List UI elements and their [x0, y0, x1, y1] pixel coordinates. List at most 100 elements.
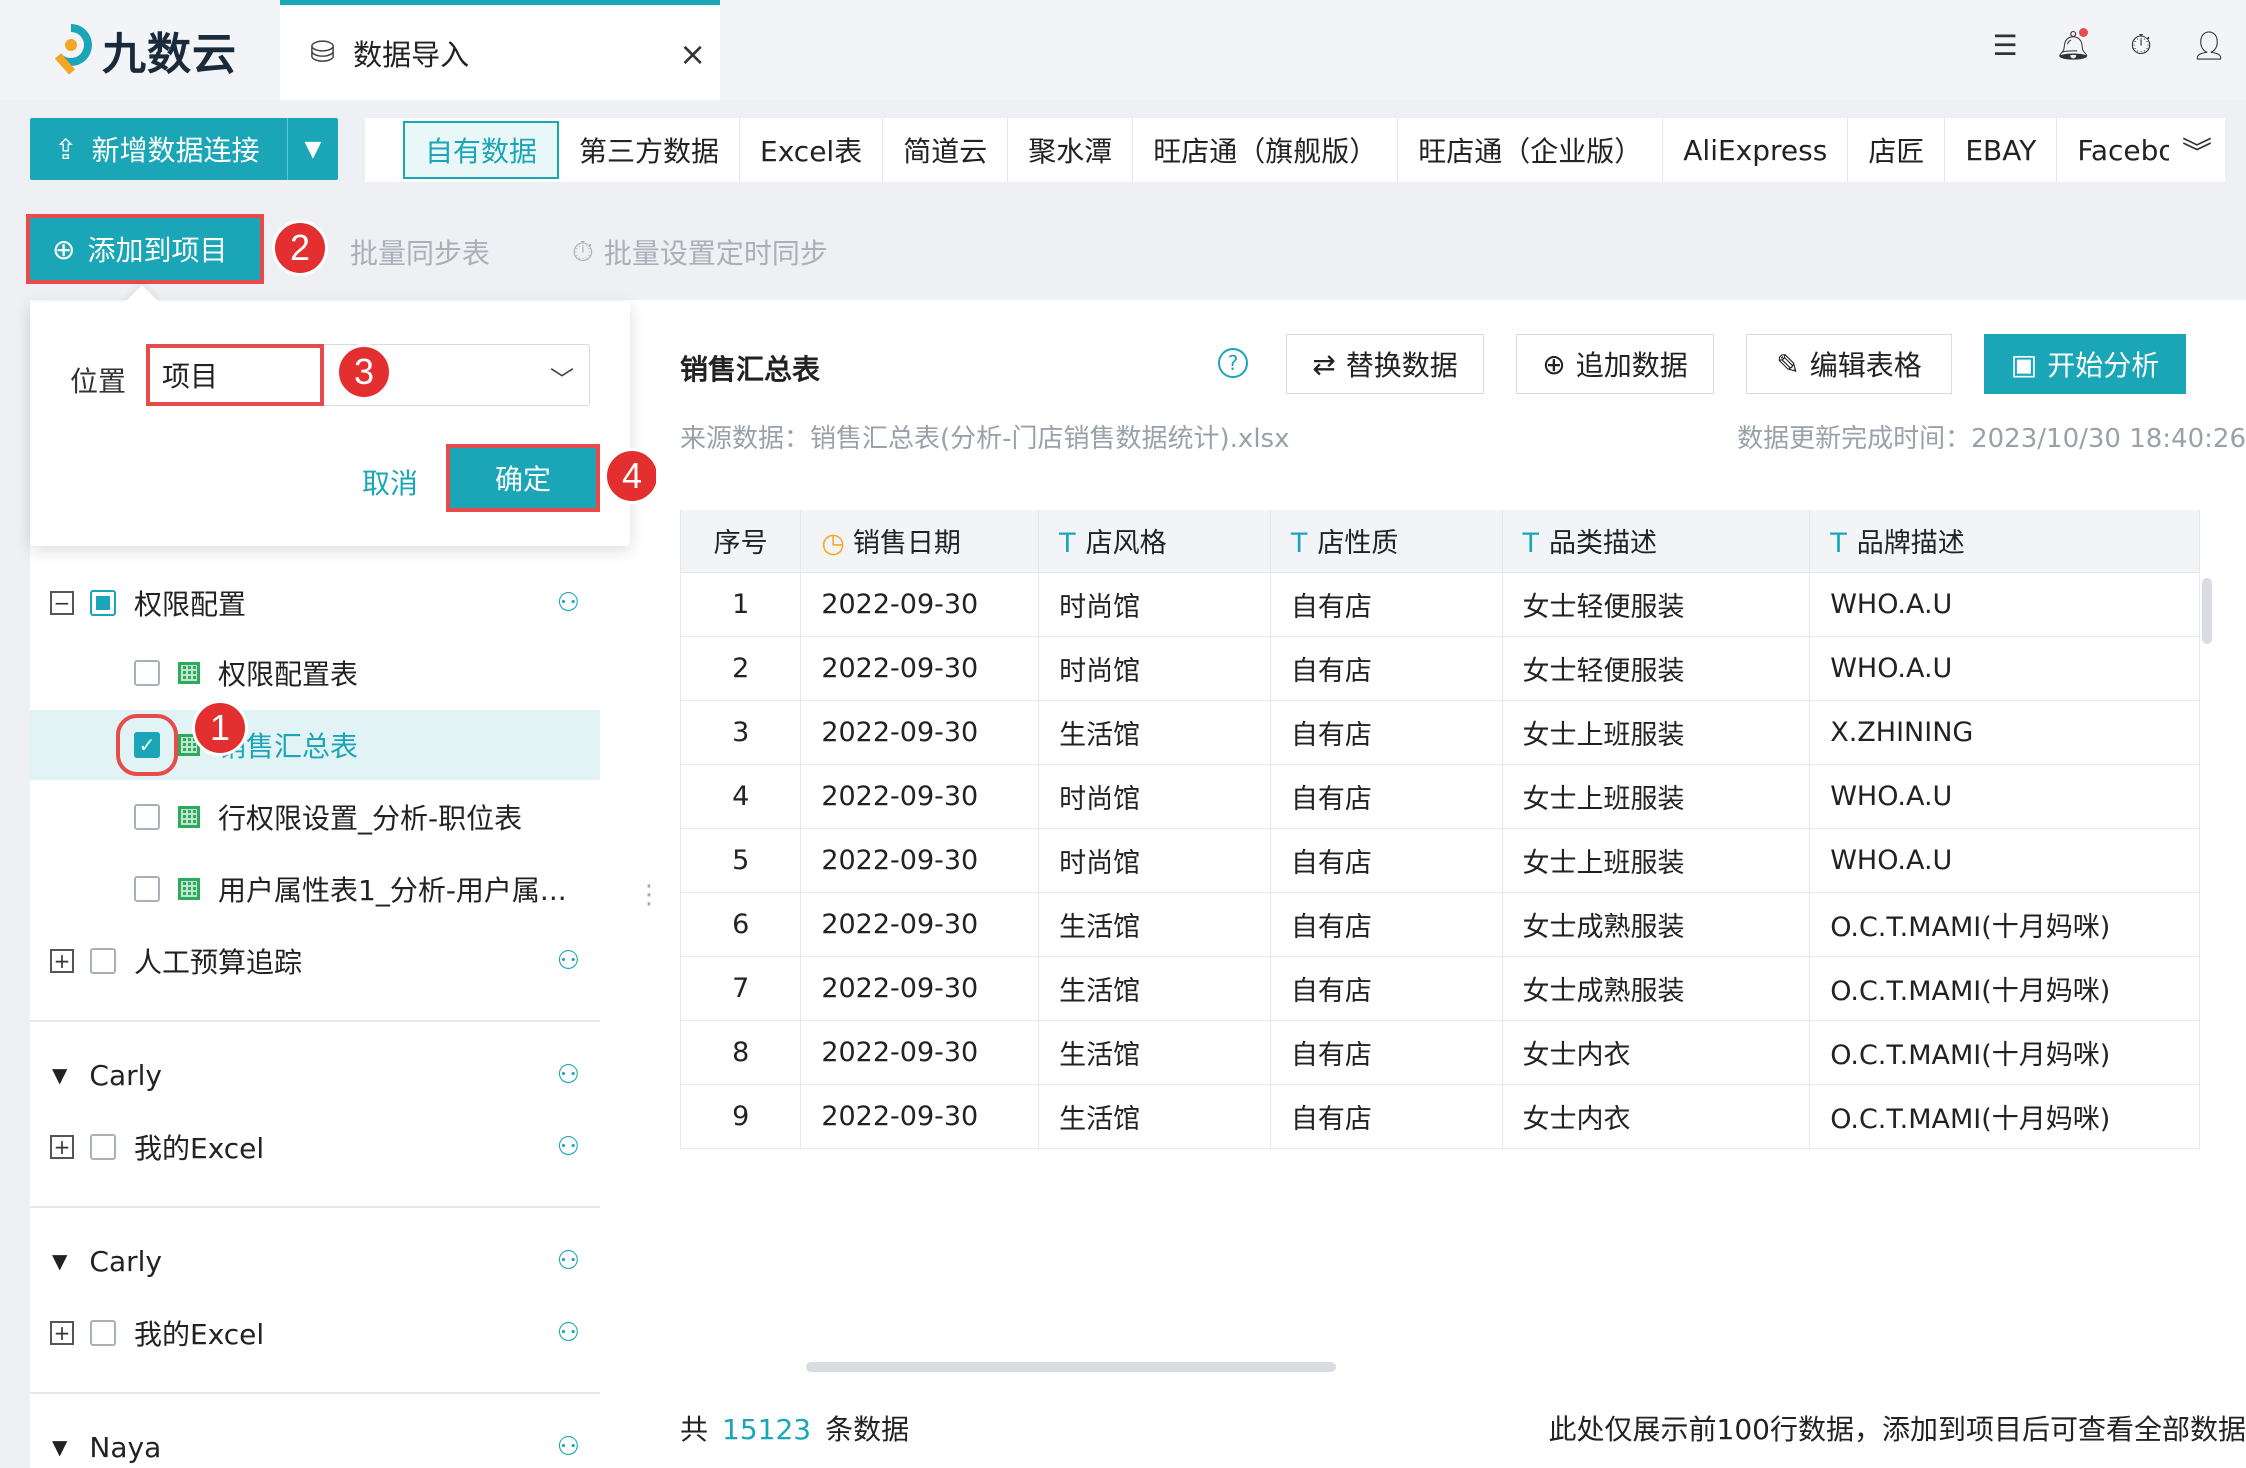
table-row[interactable]: 102022-09-30生活馆自有店女士内衣O.C.T.MAMI(十月妈咪): [681, 1148, 2200, 1150]
cancel-button[interactable]: 取消: [362, 462, 418, 502]
owner-section[interactable]: ▼ Carly ⚇: [30, 1040, 600, 1110]
vertical-scrollbar[interactable]: [2202, 578, 2212, 644]
batch-schedule-button[interactable]: ⏱︎ 批量设置定时同步: [572, 232, 828, 272]
owner-section[interactable]: ▼ Naya ⚇: [30, 1412, 600, 1468]
group-label: 人工预算追踪: [134, 946, 303, 979]
item-checkbox[interactable]: [134, 804, 160, 830]
tree-item[interactable]: 行权限设置_分析-职位表: [30, 782, 600, 852]
source-tab-wdt-flagship[interactable]: 旺店通（旗舰版）: [1133, 118, 1399, 182]
caret-down-icon[interactable]: ▼: [52, 1249, 67, 1273]
swap-icon: ⇄: [1312, 347, 1336, 381]
table-row[interactable]: 4 2022-09-30 时尚馆 自有店 女士上班服装 WHO.A.U: [681, 764, 2200, 829]
group-checkbox[interactable]: [90, 948, 116, 974]
new-connection-button[interactable]: ⇪ 新增数据连接 ▼: [30, 118, 338, 180]
replace-data-label: 替换数据: [1345, 349, 1458, 382]
batch-schedule-label: 批量设置定时同步: [603, 237, 828, 270]
table-row[interactable]: 8 2022-09-30 生活馆 自有店 女士内衣 O.C.T.MAMI(十月妈咪): [681, 1020, 2200, 1085]
source-tab-jiandaoyun[interactable]: 简道云: [883, 118, 1009, 182]
table-header-row: 序号 ◷ 销售日期 T 店风格 T 店性质 T 品类描述 T 品牌描述: [681, 510, 2200, 573]
tree-item[interactable]: 权限配置表: [30, 638, 600, 708]
user-share-icon[interactable]: ⚇: [557, 946, 580, 976]
col-header-brand[interactable]: T 品牌描述: [1809, 510, 2200, 573]
step-badge-4: 4: [604, 448, 660, 504]
table-row[interactable]: 2 2022-09-30 时尚馆 自有店 女士轻便服装 WHO.A.U: [681, 636, 2200, 701]
double-chevron-down-icon[interactable]: ︾: [2169, 118, 2225, 182]
chevron-down-icon[interactable]: ▼: [288, 137, 338, 162]
position-value[interactable]: 项目: [146, 344, 324, 406]
user-icon[interactable]: 👤︎: [2191, 28, 2227, 62]
caret-down-icon[interactable]: ▼: [52, 1063, 67, 1087]
edit-icon: ✎: [1776, 347, 1800, 381]
owner-section[interactable]: ▼ Carly ⚇: [30, 1226, 600, 1296]
table-cell: 2022-09-30: [800, 764, 1040, 829]
folder-checkbox[interactable]: [90, 1320, 116, 1346]
expand-icon[interactable]: +: [50, 1135, 74, 1159]
help-icon[interactable]: ?: [1218, 348, 1248, 378]
brand-name: 九数云: [102, 29, 237, 80]
table-cell: 女士成熟服装: [1502, 892, 1811, 957]
confirm-button[interactable]: 确定: [446, 444, 600, 512]
item-checkbox[interactable]: [134, 660, 160, 686]
source-tab-ebay[interactable]: EBAY: [1945, 118, 2058, 182]
count-value: 15123: [722, 1413, 812, 1446]
table-cell: 女士内衣: [1502, 1084, 1811, 1149]
table-row[interactable]: 5 2022-09-30 时尚馆 自有店 女士上班服装 WHO.A.U: [681, 828, 2200, 893]
horizontal-scrollbar[interactable]: [806, 1362, 1336, 1372]
source-tab-excel[interactable]: Excel表: [740, 118, 884, 182]
close-icon[interactable]: ×: [679, 35, 706, 73]
user-share-icon[interactable]: ⚇: [557, 1246, 580, 1276]
chevron-down-icon[interactable]: ﹀: [550, 360, 574, 395]
table-row[interactable]: 3 2022-09-30 生活馆 自有店 女士上班服装 X.ZHINING: [681, 700, 2200, 765]
table-row[interactable]: 1 2022-09-30 时尚馆 自有店 女士轻便服装 WHO.A.U: [681, 572, 2200, 637]
source-tab-dianjiang[interactable]: 店匠: [1848, 118, 1946, 182]
table-row[interactable]: 9 2022-09-30 生活馆 自有店 女士内衣 O.C.T.MAMI(十月妈咪): [681, 1084, 2200, 1149]
edit-table-button[interactable]: ✎ 编辑表格: [1746, 334, 1952, 394]
source-tab-jushuitan[interactable]: 聚水潭: [1008, 118, 1134, 182]
user-share-icon[interactable]: ⚇: [557, 1060, 580, 1090]
bell-icon[interactable]: 🔔︎: [2055, 28, 2091, 62]
owner-name: Carly: [89, 1244, 162, 1278]
start-analysis-button[interactable]: ▣ 开始分析: [1984, 334, 2186, 394]
user-share-icon[interactable]: ⚇: [557, 1318, 580, 1348]
table-cell: 6: [681, 892, 802, 957]
table-cell: 自有店: [1270, 636, 1503, 701]
folder-checkbox[interactable]: [90, 1134, 116, 1160]
expand-icon[interactable]: +: [50, 949, 74, 973]
tree-folder[interactable]: + 我的Excel ⚇: [30, 1112, 600, 1182]
source-tab-wdt-enterprise[interactable]: 旺店通（企业版）: [1398, 118, 1664, 182]
group-checkbox[interactable]: [90, 590, 116, 616]
divider: [30, 1020, 600, 1022]
tree-group-budget[interactable]: + 人工预算追踪 ⚇: [30, 926, 600, 996]
source-tab-aliexpress[interactable]: AliExpress: [1663, 118, 1849, 182]
tree-item-selected[interactable]: ✓ 销售汇总表: [30, 710, 600, 780]
tree-group-permissions[interactable]: − 权限配置 ⚇: [30, 568, 600, 638]
table-row[interactable]: 7 2022-09-30 生活馆 自有店 女士成熟服装 O.C.T.MAMI(十月妈咪): [681, 956, 2200, 1021]
timer-icon[interactable]: ⏱︎: [2124, 28, 2158, 62]
table-row[interactable]: 6 2022-09-30 生活馆 自有店 女士成熟服装 O.C.T.MAMI(十月妈咪): [681, 892, 2200, 957]
item-checkbox-checked[interactable]: ✓: [116, 714, 178, 776]
user-share-icon[interactable]: ⚇: [557, 1132, 580, 1162]
item-checkbox[interactable]: [134, 876, 160, 902]
col-header-nature[interactable]: T 店性质: [1270, 510, 1503, 573]
table-cell: 8: [681, 1020, 802, 1085]
append-data-button[interactable]: ⊕ 追加数据: [1516, 334, 1714, 394]
col-header-date[interactable]: ◷ 销售日期: [800, 510, 1040, 573]
list-icon[interactable]: ☰: [1988, 28, 2022, 62]
collapse-icon[interactable]: −: [50, 591, 74, 615]
add-to-project-button[interactable]: ⊕ 添加到项目: [26, 214, 264, 284]
tree-folder[interactable]: + 我的Excel ⚇: [30, 1298, 600, 1368]
user-share-icon[interactable]: ⚇: [557, 1432, 580, 1462]
tab-data-import[interactable]: ⛁ 数据导入 ×: [280, 0, 720, 100]
source-tab-own[interactable]: 自有数据: [403, 121, 560, 179]
tree-item[interactable]: 用户属性表1_分析-用户属...: [30, 854, 600, 924]
logo[interactable]: 九数云: [50, 22, 237, 80]
replace-data-button[interactable]: ⇄ 替换数据: [1286, 334, 1484, 394]
col-header-category[interactable]: T 品类描述: [1502, 510, 1811, 573]
user-share-icon[interactable]: ⚇: [557, 588, 580, 618]
expand-icon[interactable]: +: [50, 1321, 74, 1345]
col-header-style[interactable]: T 店风格: [1038, 510, 1271, 573]
caret-down-icon[interactable]: ▼: [52, 1435, 67, 1459]
source-tab-third-party[interactable]: 第三方数据: [559, 118, 741, 182]
batch-sync-button[interactable]: 批量同步表: [340, 232, 490, 272]
data-table: 序号 ◷ 销售日期 T 店风格 T 店性质 T 品类描述 T 品牌描述 1 2022-09-…: [680, 510, 2200, 1150]
